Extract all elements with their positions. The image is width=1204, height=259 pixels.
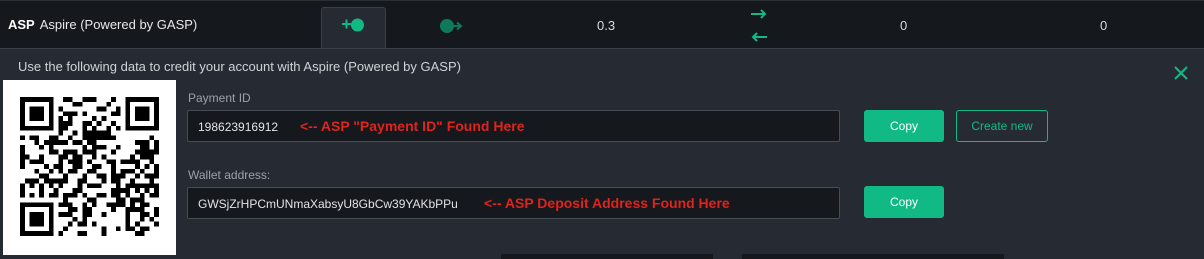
deposit-panel: Use the following data to credit your ac… (0, 48, 1204, 259)
coin-name: ASP Aspire (Powered by GASP) (8, 17, 197, 32)
wallet-address-field[interactable]: GWSjZrHPCmUNmaXabsyU8GbCw39YAKbPPu <-- A… (187, 187, 840, 219)
withdraw-arrow-icon[interactable] (438, 15, 464, 35)
qr-code (3, 80, 176, 255)
coin-ticker: ASP (8, 17, 35, 32)
payment-id-field[interactable]: 198623916912 <-- ASP "Payment ID" Found … (187, 110, 840, 142)
wallet-address-value: GWSjZrHPCmUNmaXabsyU8GbCw39YAKbPPu (198, 197, 458, 211)
copy-payment-id-button[interactable]: Copy (864, 110, 944, 142)
balance-total: 0.3 (597, 18, 616, 33)
coin-full-name: Aspire (Powered by GASP) (39, 17, 198, 32)
payment-id-annotation: <-- ASP "Payment ID" Found Here (300, 118, 525, 134)
balance-in-orders: 0 (900, 18, 908, 33)
transfer-arrows-icon[interactable] (747, 6, 771, 44)
coin-row: ASP Aspire (Powered by GASP) 0.3 0 0 (0, 0, 1204, 51)
panel-heading: Use the following data to credit your ac… (18, 59, 461, 74)
qr-code-icon (20, 97, 159, 236)
close-icon[interactable] (1171, 63, 1191, 83)
table-row-divider (742, 254, 1004, 259)
balance-available: 0 (1100, 18, 1108, 33)
payment-id-value: 198623916912 (198, 120, 279, 134)
copy-wallet-address-button[interactable]: Copy (864, 186, 944, 218)
wallet-address-annotation: <-- ASP Deposit Address Found Here (484, 195, 730, 211)
payment-id-label: Payment ID (188, 91, 251, 105)
wallet-address-label: Wallet address: (188, 168, 271, 182)
deposit-plus-icon[interactable] (340, 14, 366, 34)
table-row-divider (501, 254, 713, 259)
create-new-button[interactable]: Create new (956, 110, 1048, 142)
